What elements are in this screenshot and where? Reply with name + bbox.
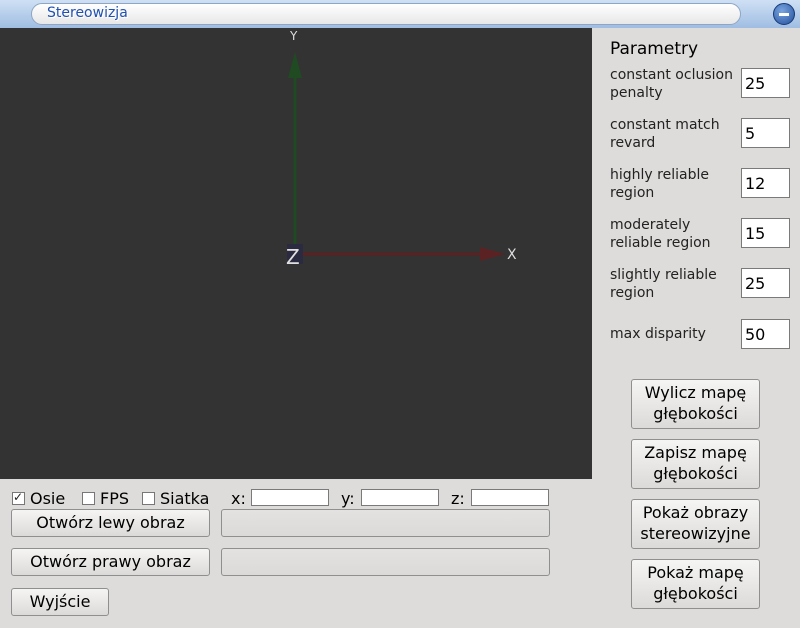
save-depth-button[interactable]: Zapisz mapę głębokości: [631, 439, 760, 489]
y-coord-label: y:: [341, 489, 355, 508]
show-stereo-button[interactable]: Pokaż obrazy stereowizyjne: [631, 499, 760, 549]
param-label-match: constant match revard: [610, 117, 720, 151]
save-depth-label-2: głębokości: [653, 464, 738, 483]
z-coord-label: z:: [451, 489, 465, 508]
minimize-button[interactable]: [773, 3, 795, 25]
show-stereo-label-2: stereowizyjne: [640, 524, 751, 543]
grid-checkbox[interactable]: Siatka: [142, 489, 209, 508]
show-stereo-label-1: Pokaż obrazy: [642, 503, 749, 522]
save-depth-label-1: Zapisz mapę: [644, 443, 747, 462]
x-coord-input[interactable]: [251, 489, 329, 506]
param-input-moderately[interactable]: [741, 218, 790, 248]
x-axis-label: X: [507, 247, 517, 263]
open-left-image-button[interactable]: Otwórz lewy obraz: [11, 509, 210, 537]
param-label-max-disparity: max disparity: [610, 326, 706, 342]
grid-checkbox-label: Siatka: [160, 489, 210, 508]
param-input-highly[interactable]: [741, 168, 790, 198]
axes-checkbox-label: Osie: [30, 489, 66, 508]
3d-viewport[interactable]: Z X Y: [0, 28, 592, 479]
params-title: Parametry: [610, 39, 699, 59]
show-depth-label-2: głębokości: [653, 584, 738, 603]
param-input-match[interactable]: [741, 118, 790, 148]
param-label-highly: highly reliable region: [610, 167, 709, 201]
axes-canvas: Z X Y: [286, 29, 517, 269]
axes-checkbox-box[interactable]: [12, 490, 25, 505]
show-depth-button[interactable]: Pokaż mapę głębokości: [631, 559, 760, 609]
fps-checkbox[interactable]: FPS: [82, 489, 129, 508]
compute-depth-label-1: Wylicz mapę: [644, 383, 747, 402]
left-image-path-field[interactable]: [221, 509, 550, 537]
window-title: Stereowizja: [47, 5, 128, 21]
title-pill[interactable]: [31, 3, 741, 25]
y-axis-arrow: [288, 52, 302, 78]
y-axis-label: Y: [289, 29, 298, 43]
title-bar: Stereowizja: [0, 0, 800, 28]
compute-depth-button[interactable]: Wylicz mapę głębokości: [631, 379, 760, 429]
param-label-occlusion: constant oclusion penalty: [610, 67, 733, 101]
param-input-max-disparity[interactable]: [741, 319, 790, 349]
grid-checkbox-box[interactable]: [142, 492, 155, 505]
show-depth-label-1: Pokaż mapę: [647, 563, 744, 582]
x-axis-arrow: [480, 247, 505, 261]
compute-depth-label-2: głębokości: [653, 404, 738, 423]
param-label-moderately: moderately reliable region: [610, 217, 711, 251]
x-coord-label: x:: [231, 489, 246, 508]
exit-button[interactable]: Wyjście: [11, 588, 109, 616]
fps-checkbox-box[interactable]: [82, 492, 95, 505]
param-label-slightly: slightly reliable region: [610, 267, 717, 301]
right-image-path-field[interactable]: [221, 548, 550, 576]
y-coord-input[interactable]: [361, 489, 439, 506]
param-input-occlusion[interactable]: [741, 68, 790, 98]
fps-checkbox-label: FPS: [100, 489, 130, 508]
axes-checkbox[interactable]: Osie: [12, 489, 65, 508]
open-right-image-button[interactable]: Otwórz prawy obraz: [11, 548, 210, 576]
z-coord-input[interactable]: [471, 489, 549, 506]
z-axis-label: Z: [286, 245, 300, 269]
param-input-slightly[interactable]: [741, 268, 790, 298]
